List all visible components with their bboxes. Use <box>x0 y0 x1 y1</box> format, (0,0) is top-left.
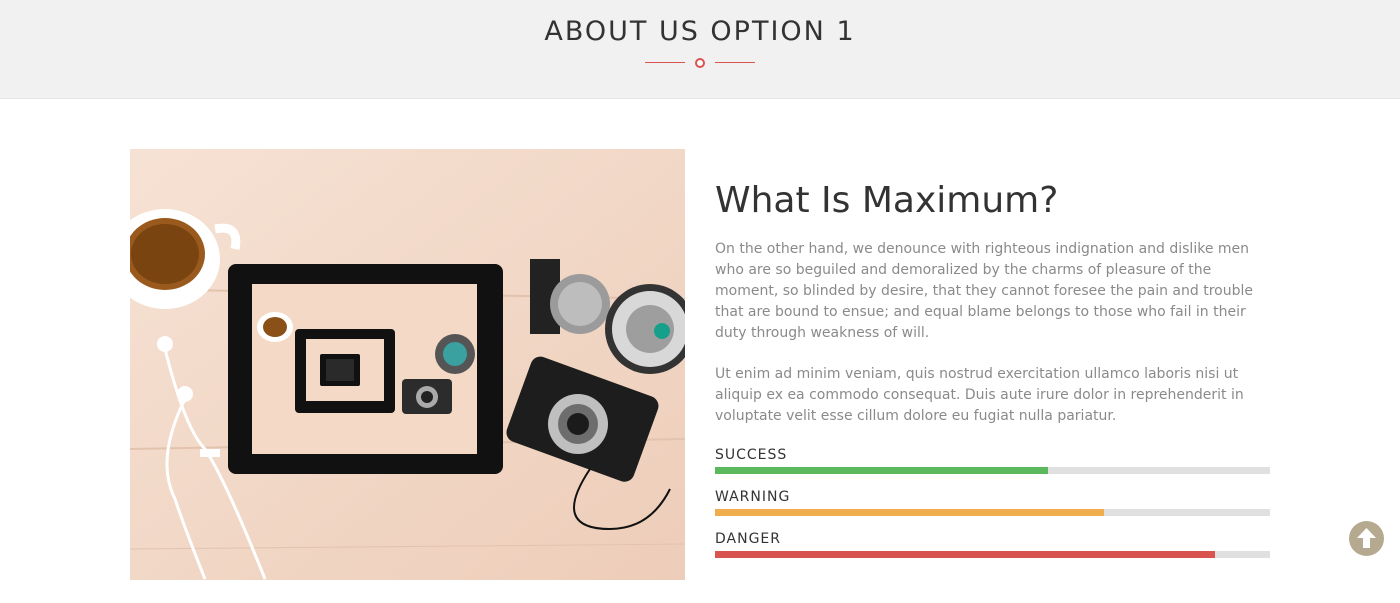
skill-success: SUCCESS <box>715 447 1270 474</box>
skill-label: SUCCESS <box>715 447 788 463</box>
skill-danger: DANGER <box>715 531 1270 558</box>
scroll-to-top-button[interactable] <box>1349 521 1384 556</box>
camera-tablet-photo <box>130 149 685 580</box>
progress-track <box>715 551 1270 558</box>
about-content: What Is Maximum? On the other hand, we d… <box>715 170 1270 573</box>
arrow-up-circle-icon <box>1357 528 1376 548</box>
divider-line-left <box>645 62 685 63</box>
progress-track <box>715 467 1270 474</box>
about-heading: What Is Maximum? <box>715 180 1059 221</box>
section-header: ABOUT US OPTION 1 <box>0 0 1400 99</box>
about-paragraph-1: On the other hand, we denounce with righ… <box>715 241 1253 341</box>
about-photo <box>130 149 685 580</box>
skill-warning: WARNING <box>715 489 1270 516</box>
divider-dot-icon <box>695 58 705 68</box>
skill-label: DANGER <box>715 531 782 547</box>
progress-track <box>715 509 1270 516</box>
progress-fill-success <box>715 467 1048 474</box>
skill-label: WARNING <box>715 489 791 505</box>
section-title: ABOUT US OPTION 1 <box>544 16 856 47</box>
progress-fill-warning <box>715 509 1104 516</box>
about-paragraph-2: Ut enim ad minim veniam, quis nostrud ex… <box>715 366 1244 424</box>
divider-line-right <box>715 62 755 63</box>
progress-fill-danger <box>715 551 1215 558</box>
title-divider <box>645 56 755 70</box>
